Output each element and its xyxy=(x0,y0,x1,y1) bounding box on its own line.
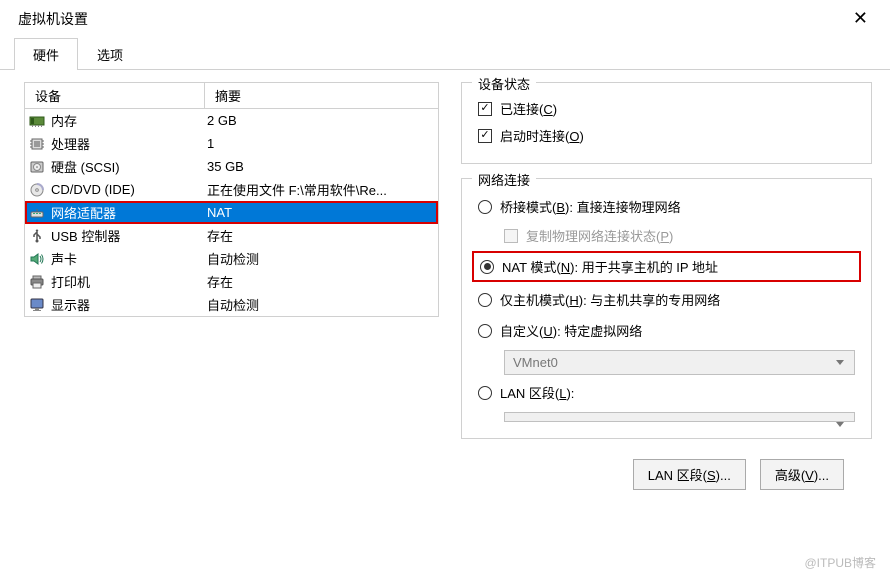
connect-at-power-checkbox[interactable] xyxy=(478,129,492,143)
lan-segment-select xyxy=(504,412,855,422)
lan-label: LAN 区段(L): xyxy=(500,383,574,402)
custom-network-select: VMnet0 xyxy=(504,350,855,375)
device-name: USB 控制器 xyxy=(51,226,207,245)
lan-segments-button[interactable]: LAN 区段(S)... xyxy=(633,459,746,490)
connect-at-power-label: 启动时连接(O) xyxy=(500,126,584,145)
device-name: 声卡 xyxy=(51,249,207,268)
tab-bar: 硬件 选项 xyxy=(0,37,890,70)
nat-radio[interactable] xyxy=(480,260,494,274)
memory-icon xyxy=(29,113,45,129)
device-row-5[interactable]: USB 控制器存在 xyxy=(25,224,438,247)
printer-icon xyxy=(29,274,45,290)
replicate-checkbox xyxy=(504,229,518,243)
device-row-1[interactable]: 处理器1 xyxy=(25,132,438,155)
bridge-label: 桥接模式(B): 直接连接物理网络 xyxy=(500,197,681,216)
header-device[interactable]: 设备 xyxy=(25,83,205,108)
custom-label: 自定义(U): 特定虚拟网络 xyxy=(500,321,642,340)
device-row-2[interactable]: 硬盘 (SCSI)35 GB xyxy=(25,155,438,178)
device-summary: 2 GB xyxy=(207,113,434,128)
device-row-6[interactable]: 声卡自动检测 xyxy=(25,247,438,270)
tab-options[interactable]: 选项 xyxy=(78,38,142,70)
hostonly-label: 仅主机模式(H): 与主机共享的专用网络 xyxy=(500,290,720,309)
window-title: 虚拟机设置 xyxy=(18,9,88,29)
device-row-0[interactable]: 内存2 GB xyxy=(25,109,438,132)
advanced-button[interactable]: 高级(V)... xyxy=(760,459,844,490)
device-row-3[interactable]: CD/DVD (IDE)正在使用文件 F:\常用软件\Re... xyxy=(25,178,438,201)
usb-icon xyxy=(29,228,45,244)
replicate-label: 复制物理网络连接状态(P) xyxy=(526,226,673,245)
device-summary: 自动检测 xyxy=(207,249,434,268)
device-name: 网络适配器 xyxy=(51,203,207,222)
network-legend: 网络连接 xyxy=(472,170,536,189)
device-table: 设备 摘要 内存2 GB处理器1硬盘 (SCSI)35 GBCD/DVD (ID… xyxy=(24,82,439,317)
device-name: 打印机 xyxy=(51,272,207,291)
device-summary: 35 GB xyxy=(207,159,434,174)
device-summary: 存在 xyxy=(207,272,434,291)
device-name: 处理器 xyxy=(51,134,207,153)
nat-label: NAT 模式(N): 用于共享主机的 IP 地址 xyxy=(502,257,718,276)
network-connection-group: 网络连接 桥接模式(B): 直接连接物理网络 复制物理网络连接状态(P) NAT… xyxy=(461,178,872,439)
device-name: CD/DVD (IDE) xyxy=(51,182,207,197)
custom-network-value: VMnet0 xyxy=(513,355,558,370)
sound-icon xyxy=(29,251,45,267)
device-status-group: 设备状态 已连接(C) 启动时连接(O) xyxy=(461,82,872,164)
cd-icon xyxy=(29,182,45,198)
device-status-legend: 设备状态 xyxy=(472,74,536,93)
watermark: @ITPUB博客 xyxy=(804,554,876,571)
close-icon[interactable]: ✕ xyxy=(845,8,876,29)
device-row-7[interactable]: 打印机存在 xyxy=(25,270,438,293)
connected-checkbox[interactable] xyxy=(478,102,492,116)
device-name: 硬盘 (SCSI) xyxy=(51,157,207,176)
display-icon xyxy=(29,297,45,313)
hostonly-radio[interactable] xyxy=(478,293,492,307)
cpu-icon xyxy=(29,136,45,152)
bridge-radio[interactable] xyxy=(478,200,492,214)
header-summary[interactable]: 摘要 xyxy=(205,83,438,108)
network-icon xyxy=(29,205,45,221)
disk-icon xyxy=(29,159,45,175)
device-row-8[interactable]: 显示器自动检测 xyxy=(25,293,438,316)
connected-label: 已连接(C) xyxy=(500,99,557,118)
device-summary: 存在 xyxy=(207,226,434,245)
device-summary: 自动检测 xyxy=(207,295,434,314)
device-name: 显示器 xyxy=(51,295,207,314)
custom-radio[interactable] xyxy=(478,324,492,338)
device-row-4[interactable]: 网络适配器NAT xyxy=(25,201,438,224)
device-name: 内存 xyxy=(51,111,207,130)
tab-hardware[interactable]: 硬件 xyxy=(14,38,78,70)
device-summary: 1 xyxy=(207,136,434,151)
device-summary: 正在使用文件 F:\常用软件\Re... xyxy=(207,180,434,199)
lan-radio[interactable] xyxy=(478,386,492,400)
device-summary: NAT xyxy=(207,205,434,220)
